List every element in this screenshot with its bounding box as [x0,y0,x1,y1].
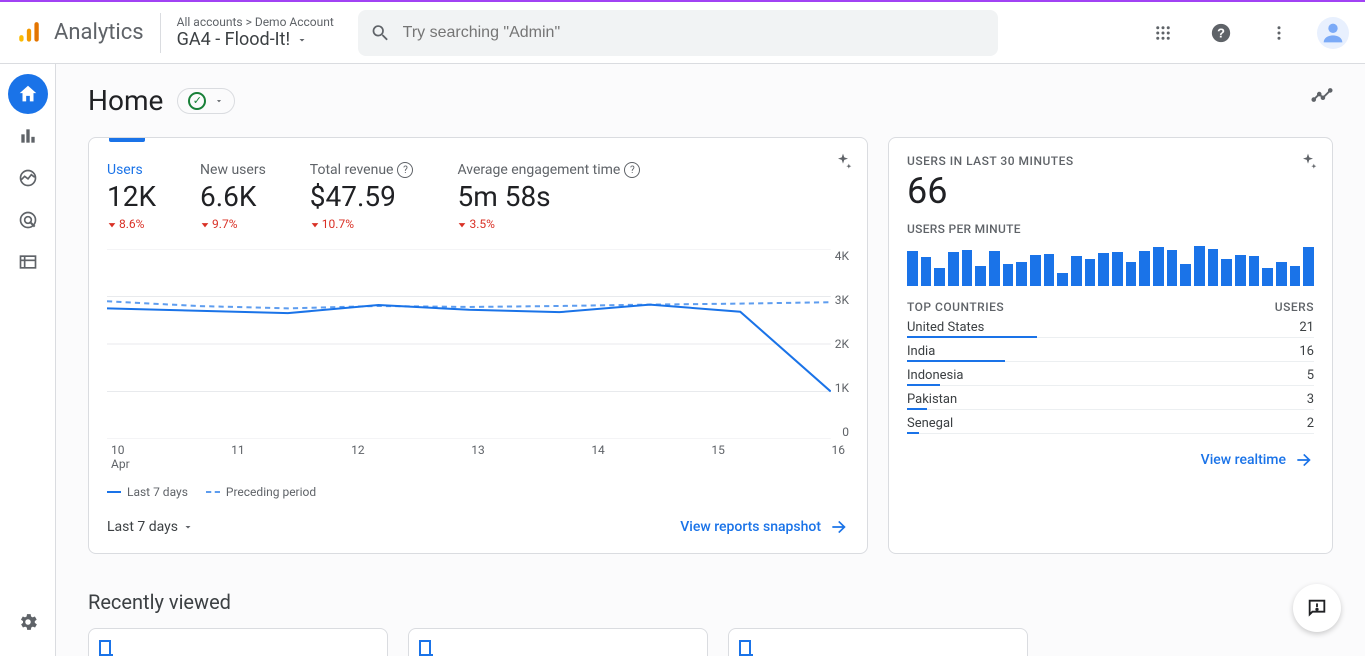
view-realtime-link[interactable]: View realtime [1201,450,1314,470]
users-per-minute-sparkline [907,242,1314,286]
sparkle-icon[interactable] [833,152,853,172]
top-countries-header: TOP COUNTRIES [907,300,1004,314]
recently-viewed-item[interactable] [408,628,708,656]
realtime-heading: USERS IN LAST 30 MINUTES [907,154,1314,168]
status-chip[interactable]: ✓ [177,88,235,114]
help-icon[interactable]: ? [1201,13,1241,53]
arrow-right-icon [1294,450,1314,470]
metric-tab[interactable]: New users 6.6K 9.7% [200,162,266,231]
apps-icon[interactable] [1143,13,1183,53]
sparkle-icon[interactable] [1298,152,1318,172]
account-selector[interactable]: All accounts > Demo Account GA4 - Flood-… [177,15,334,50]
country-row: Indonesia5 [907,362,1314,386]
search-input[interactable] [403,24,986,42]
recently-viewed-item[interactable] [728,628,1028,656]
view-reports-link[interactable]: View reports snapshot [680,517,849,537]
feedback-icon [1306,597,1328,619]
sidebar [0,64,56,656]
metric-tab[interactable]: Total revenue? $47.59 10.7% [310,162,414,231]
overview-card: Users 12K 8.6% New users 6.6K 9.7% Total r… [88,137,868,554]
chart-legend: Last 7 days Preceding period [107,485,849,499]
nav-reports[interactable] [8,116,48,156]
check-circle-icon: ✓ [188,92,206,110]
country-row: India16 [907,338,1314,362]
feedback-button[interactable] [1293,584,1341,632]
header-divider [160,13,161,53]
search-box[interactable] [358,10,998,56]
bookmark-icon [419,640,431,656]
recently-viewed-item[interactable] [88,628,388,656]
metric-tab[interactable]: Users 12K 8.6% [107,162,156,231]
header-right: ? [1143,13,1349,53]
help-icon[interactable]: ? [397,162,413,178]
legend-solid: Last 7 days [127,485,188,499]
chevron-down-icon [214,96,224,106]
insights-icon[interactable] [1311,84,1333,106]
more-vert-icon[interactable] [1259,13,1299,53]
active-metric-indicator [109,138,145,142]
page-title: Home [88,84,163,117]
account-breadcrumb: All accounts > Demo Account [177,15,334,29]
users-per-minute-label: USERS PER MINUTE [907,222,1314,236]
arrow-right-icon [829,517,849,537]
nav-configure[interactable] [8,242,48,282]
nav-home[interactable] [8,74,48,114]
chevron-down-icon [182,521,194,533]
country-row: United States21 [907,314,1314,338]
content-area: Home ✓ Users 12K 8.6% New users 6.6K 9.7%… [56,64,1365,656]
country-row: Pakistan3 [907,386,1314,410]
x-axis-month: Apr [107,457,849,471]
bookmark-icon [739,640,751,656]
product-name: Analytics [54,20,144,45]
users-column-header: USERS [1275,300,1314,314]
nav-admin-gear-icon[interactable] [8,602,48,642]
nav-advertising[interactable] [8,200,48,240]
property-name: GA4 - Flood-It! [177,29,290,50]
app-header: Analytics All accounts > Demo Account GA… [0,0,1365,64]
metric-tab[interactable]: Average engagement time? 5m 58s 3.5% [457,162,640,231]
svg-text:?: ? [1217,25,1225,40]
bookmark-icon [99,640,111,656]
legend-dash: Preceding period [226,485,316,499]
realtime-value: 66 [907,170,1314,212]
analytics-logo-icon [16,20,42,46]
avatar[interactable] [1317,17,1349,49]
realtime-card: USERS IN LAST 30 MINUTES 66 USERS PER MI… [888,137,1333,554]
trend-chart: 4K3K2K1K0 [107,249,849,439]
nav-explore[interactable] [8,158,48,198]
help-icon[interactable]: ? [624,162,640,178]
date-range-dropdown[interactable]: Last 7 days [107,519,194,535]
recently-viewed-heading: Recently viewed [88,590,1333,614]
country-row: Senegal2 [907,410,1314,434]
logo-area: Analytics [16,20,144,46]
chevron-down-icon [296,34,308,46]
search-icon [370,22,391,44]
